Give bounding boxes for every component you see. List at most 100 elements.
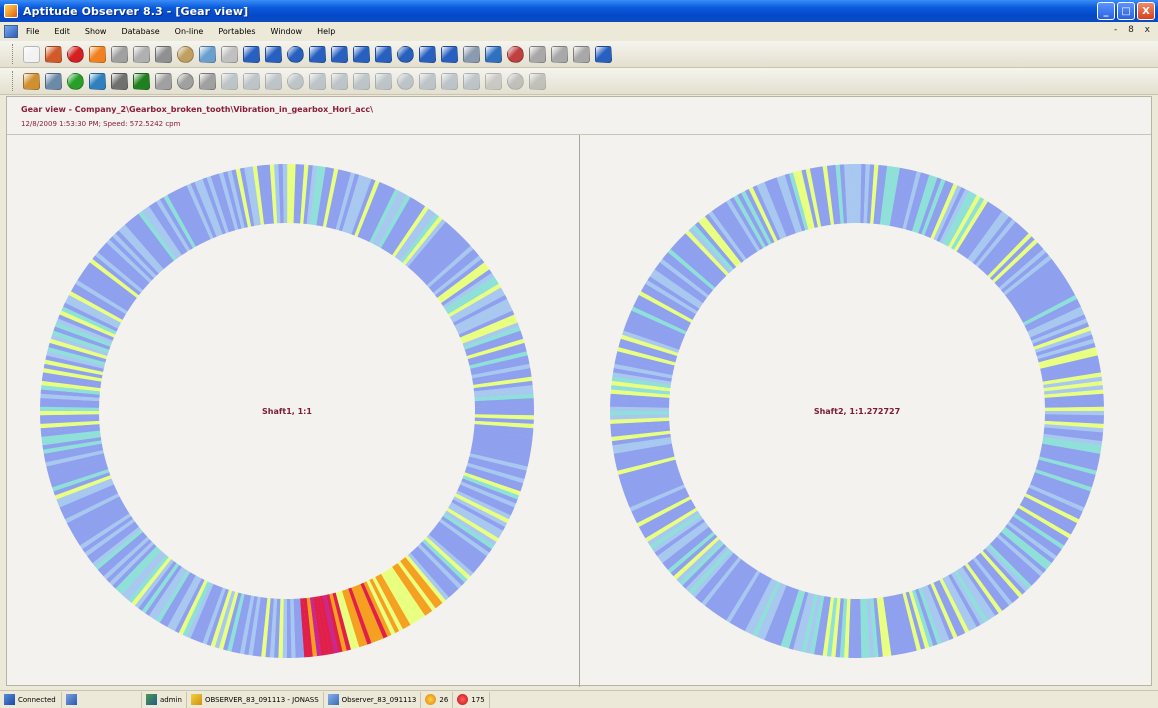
menu-online[interactable]: On-line [173,26,206,37]
waterfall-icon[interactable] [461,44,481,64]
stopwatch4-icon[interactable] [197,71,217,91]
count-a-text: 26 [439,695,449,704]
recycle-icon[interactable] [131,71,151,91]
spectrum-icon[interactable] [285,44,305,64]
trend-icon[interactable] [241,44,261,64]
app-icon [4,4,18,18]
polar-icon[interactable] [395,44,415,64]
stack-icon[interactable] [109,71,129,91]
mdi-child-icon[interactable] [4,25,18,38]
trend-small-icon[interactable] [43,71,63,91]
mdi-window-controls[interactable]: - 8 x [1114,25,1154,35]
minimize-button[interactable]: _ [1097,2,1115,20]
database-icon [327,694,339,705]
count-b-text: 175 [471,695,485,704]
tools-icon[interactable] [109,44,129,64]
gear-ring-shaft1[interactable]: Shaft1, 1:1 [37,161,537,661]
grey-k-icon[interactable] [439,71,459,91]
grey-a-icon[interactable] [219,71,239,91]
grey-g-icon[interactable] [351,71,371,91]
toolbar-grip[interactable] [12,44,15,64]
bar-icon[interactable] [505,44,525,64]
circle-icon[interactable] [417,44,437,64]
close-button[interactable]: X [1137,2,1155,20]
chart-icon[interactable] [197,44,217,64]
menu-database[interactable]: Database [119,26,161,37]
status-spacer [62,691,142,708]
title-bar[interactable]: Aptitude Observer 8.3 - [Gear view] _ □ … [0,0,1158,22]
menu-edit[interactable]: Edit [52,26,72,37]
server-text: OBSERVER_83_091113 - JONASS [204,695,319,704]
grey-i-icon[interactable] [395,71,415,91]
view-subtitle: 12/8/2009 1:53:30 PM; Speed: 572.5242 cp… [21,120,181,128]
status-database: Observer_83_091113 [324,691,422,708]
grey3-icon[interactable] [571,44,591,64]
gear-ring-shaft2[interactable]: Shaft2, 1:1.272727 [607,161,1107,661]
globe-icon[interactable] [65,71,85,91]
grey-b-icon[interactable] [241,71,261,91]
alarm-orange-icon[interactable] [87,44,107,64]
user-text: admin [160,695,182,704]
grey1-icon[interactable] [527,44,547,64]
down-icon[interactable] [593,44,613,64]
status-bar: Connected admin OBSERVER_83_091113 - JON… [0,690,1158,708]
line-icon[interactable] [439,44,459,64]
warning-icon [425,694,437,705]
grey2-icon[interactable] [549,44,569,64]
grey-c-icon[interactable] [263,71,283,91]
orbit-icon[interactable] [373,44,393,64]
grey-f-icon[interactable] [329,71,349,91]
stopwatch-icon[interactable] [219,44,239,64]
grey-l-icon[interactable] [461,71,481,91]
tree-icon[interactable] [21,71,41,91]
panel-divider [579,135,580,687]
machine-icon[interactable] [175,44,195,64]
gear-icon[interactable] [131,44,151,64]
database-text: Observer_83_091113 [341,695,417,704]
network-icon [4,694,15,705]
status-connection: Connected [0,691,62,708]
new-doc-icon[interactable] [21,44,41,64]
main-toolbar [0,41,1158,68]
secondary-toolbar [0,68,1158,95]
status-server: OBSERVER_83_091113 - JONASS [187,691,324,708]
print-icon[interactable] [527,71,547,91]
menu-portables[interactable]: Portables [216,26,257,37]
status-count-a: 26 [421,691,454,708]
maximize-button[interactable]: □ [1117,2,1135,20]
save-icon[interactable] [505,71,525,91]
list-icon[interactable] [307,44,327,64]
menu-window[interactable]: Window [269,26,305,37]
alarm-icon [457,694,469,705]
cross-icon[interactable] [351,44,371,64]
window-controls: _ □ X [1097,2,1155,20]
menu-bar: File Edit Show Database On-line Portable… [0,22,1158,41]
toolbar-grip[interactable] [12,71,15,91]
connection-text: Connected [18,695,56,704]
gear2-icon[interactable] [153,44,173,64]
map-icon[interactable] [483,44,503,64]
grey-j-icon[interactable] [417,71,437,91]
shaft1-label: Shaft1, 1:1 [262,407,312,416]
grey-e-icon[interactable] [307,71,327,91]
user-icon [146,694,157,705]
globe2-icon[interactable] [87,71,107,91]
menu-file[interactable]: File [24,26,41,37]
stop-icon[interactable] [483,71,503,91]
status-count-b: 175 [453,691,490,708]
gear-view-panel: Gear view - Company_2\Gearbox_broken_too… [6,96,1152,687]
stopwatch2-icon[interactable] [153,71,173,91]
grey-d-icon[interactable] [285,71,305,91]
stopwatch3-icon[interactable] [175,71,195,91]
status-screen-icon [66,694,77,705]
alarm-red-icon[interactable] [65,44,85,64]
wave-icon[interactable] [263,44,283,64]
zoom-icon[interactable] [329,44,349,64]
window-title: Aptitude Observer 8.3 - [Gear view] [23,4,249,18]
edit-icon[interactable] [43,44,63,64]
status-user: admin [142,691,187,708]
menu-help[interactable]: Help [315,26,337,37]
server-icon [190,694,202,705]
menu-show[interactable]: Show [83,26,109,37]
grey-h-icon[interactable] [373,71,393,91]
